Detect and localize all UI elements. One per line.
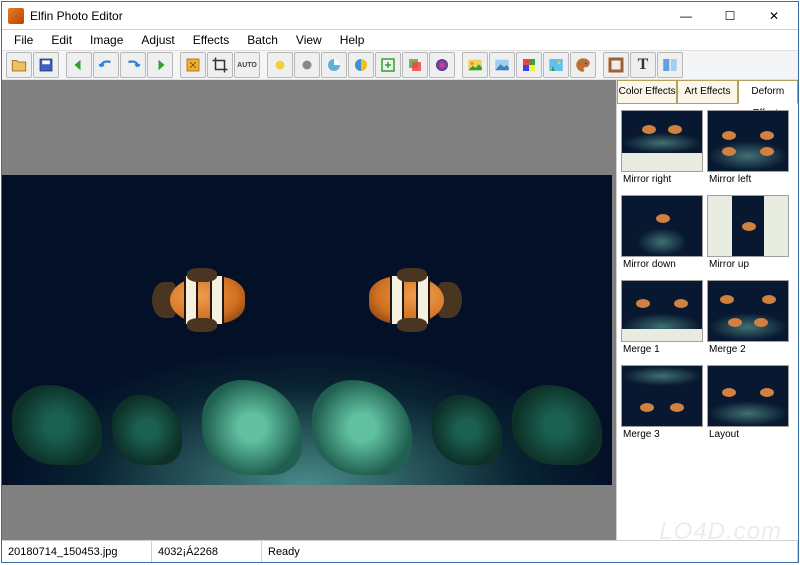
tab-deform-effects[interactable]: Deform Effects xyxy=(738,80,798,104)
menu-file[interactable]: File xyxy=(6,31,41,49)
menu-view[interactable]: View xyxy=(288,31,330,49)
save-icon[interactable] xyxy=(33,52,59,78)
image-canvas[interactable] xyxy=(2,175,612,485)
crop-icon[interactable] xyxy=(207,52,233,78)
menu-image[interactable]: Image xyxy=(82,31,131,49)
effect-merge-2[interactable]: Merge 2 xyxy=(705,280,791,361)
minimize-button[interactable]: — xyxy=(664,3,708,29)
maximize-button[interactable]: ☐ xyxy=(708,3,752,29)
app-icon xyxy=(8,8,24,24)
fit-icon[interactable] xyxy=(180,52,206,78)
menu-adjust[interactable]: Adjust xyxy=(133,31,182,49)
effects-list[interactable]: Mirror right Mirror left Mirror down Mir… xyxy=(617,104,798,540)
menu-effects[interactable]: Effects xyxy=(185,31,237,49)
close-button[interactable]: ✕ xyxy=(752,3,796,29)
effects-sidebar: Color Effects Art Effects Deform Effects… xyxy=(616,80,798,540)
darken-icon[interactable] xyxy=(294,52,320,78)
effect-mirror-up[interactable]: Mirror up xyxy=(705,195,791,276)
palette-icon[interactable] xyxy=(570,52,596,78)
image1-icon[interactable] xyxy=(462,52,488,78)
brighten-icon[interactable] xyxy=(267,52,293,78)
frame-icon[interactable] xyxy=(603,52,629,78)
panels-icon[interactable] xyxy=(657,52,683,78)
effect-merge-3[interactable]: Merge 3 xyxy=(619,365,705,446)
add-layer-icon[interactable] xyxy=(375,52,401,78)
effect-merge-1[interactable]: Merge 1 xyxy=(619,280,705,361)
landscape-icon[interactable] xyxy=(543,52,569,78)
menu-batch[interactable]: Batch xyxy=(239,31,286,49)
pie-icon[interactable] xyxy=(321,52,347,78)
layers-icon[interactable] xyxy=(402,52,428,78)
menubar: File Edit Image Adjust Effects Batch Vie… xyxy=(2,30,798,50)
redo-icon[interactable] xyxy=(120,52,146,78)
swatch-icon[interactable] xyxy=(516,52,542,78)
menu-help[interactable]: Help xyxy=(332,31,373,49)
undo-icon[interactable] xyxy=(93,52,119,78)
open-icon[interactable] xyxy=(6,52,32,78)
effect-mirror-down[interactable]: Mirror down xyxy=(619,195,705,276)
status-dimensions: 4032¡Á2268 xyxy=(152,541,262,562)
back-icon[interactable] xyxy=(66,52,92,78)
statusbar: 20180714_150453.jpg 4032¡Á2268 Ready xyxy=(2,540,798,562)
auto-icon[interactable]: AUTO xyxy=(234,52,260,78)
effect-layout[interactable]: Layout xyxy=(705,365,791,446)
effect-mirror-left[interactable]: Mirror left xyxy=(705,110,791,191)
status-filename: 20180714_150453.jpg xyxy=(2,541,152,562)
toolbar: AUTO T xyxy=(2,50,798,80)
tab-color-effects[interactable]: Color Effects xyxy=(617,80,677,104)
status-state: Ready xyxy=(262,541,798,562)
tab-art-effects[interactable]: Art Effects xyxy=(677,80,737,104)
half-icon[interactable] xyxy=(348,52,374,78)
effect-mirror-right[interactable]: Mirror right xyxy=(619,110,705,191)
text-icon[interactable]: T xyxy=(630,52,656,78)
color-ball-icon[interactable] xyxy=(429,52,455,78)
titlebar: Elfin Photo Editor — ☐ ✕ xyxy=(2,2,798,30)
menu-edit[interactable]: Edit xyxy=(43,31,80,49)
window-title: Elfin Photo Editor xyxy=(30,9,664,23)
forward-icon[interactable] xyxy=(147,52,173,78)
canvas-area[interactable] xyxy=(2,80,616,540)
image2-icon[interactable] xyxy=(489,52,515,78)
